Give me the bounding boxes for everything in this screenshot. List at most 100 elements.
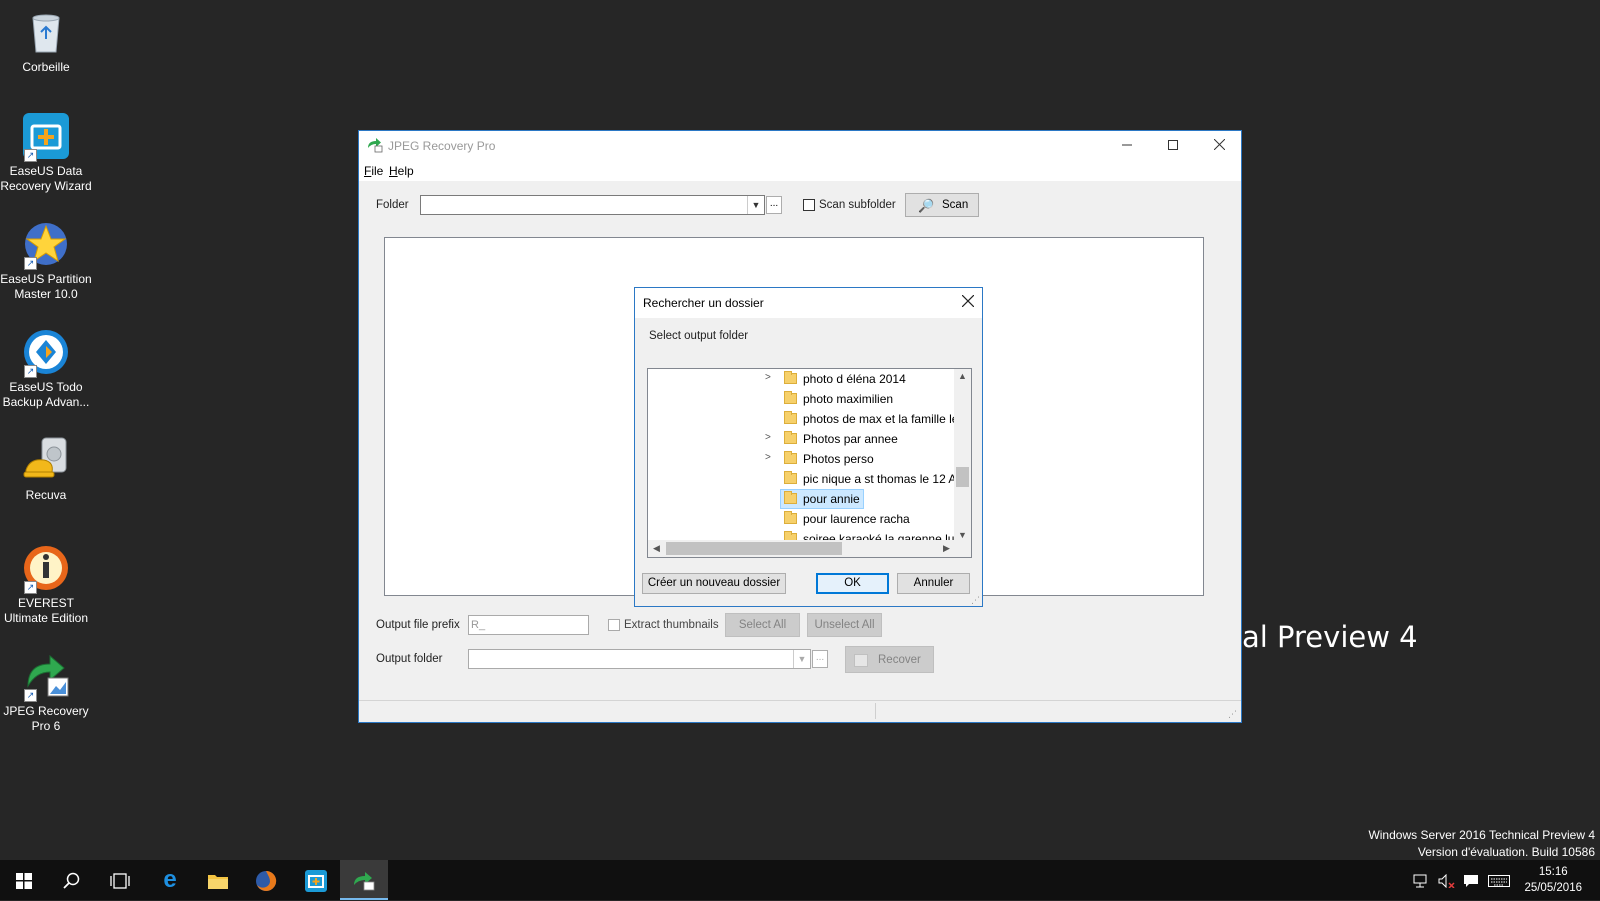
folder-icon [784, 371, 797, 384]
new-folder-button[interactable]: Créer un nouveau dossier [642, 573, 786, 594]
folder-icon [784, 511, 797, 524]
clock-date: 25/05/2016 [1524, 882, 1582, 894]
desktop-icon-easeus-partition-master[interactable]: ↗ EaseUS Partition Master 10.0 [0, 220, 92, 302]
scroll-right-icon[interactable]: ▶ [943, 543, 950, 554]
menu-help[interactable]: Help [389, 164, 414, 178]
output-folder-browse-button[interactable]: ... [812, 650, 828, 668]
desktop-icon-recycle-bin[interactable]: Corbeille [0, 8, 92, 75]
search-button[interactable] [48, 860, 96, 900]
recover-button[interactable]: Recover [845, 646, 934, 673]
tree-item[interactable]: > photo d éléna 2014 [648, 369, 958, 389]
minimize-icon [1122, 144, 1132, 146]
tree-item[interactable]: pic nique a st thomas le 12 A [648, 469, 958, 489]
tree-item-selected[interactable]: pour annie [648, 489, 958, 509]
horizontal-scroll-thumb[interactable] [666, 542, 842, 555]
shortcut-arrow-icon: ↗ [24, 365, 37, 378]
extract-thumbnails-label: Extract thumbnails [624, 619, 719, 631]
desktop-icon-jpeg-recovery-pro[interactable]: ↗ JPEG Recovery Pro 6 [0, 652, 92, 734]
tree-item[interactable]: pour laurence racha [648, 509, 958, 529]
ok-button[interactable]: OK [816, 573, 889, 594]
minimize-button[interactable] [1104, 131, 1150, 161]
desktop-icon-label: EaseUS Todo Backup Advan... [2, 380, 90, 409]
desktop-icon-label: Corbeille [22, 60, 70, 74]
vertical-scroll-thumb[interactable] [956, 467, 969, 487]
chevron-down-icon[interactable]: ▼ [793, 650, 810, 668]
recover-icon [854, 654, 868, 667]
dialog-close-button[interactable] [961, 291, 975, 312]
window-titlebar[interactable]: JPEG Recovery Pro [359, 131, 1241, 161]
tree-item[interactable]: photo maximilien [648, 389, 958, 409]
vertical-scrollbar[interactable]: ▲ ▼ [954, 369, 971, 541]
chevron-down-icon[interactable]: ▼ [747, 196, 764, 214]
taskbar-file-explorer[interactable] [194, 860, 242, 900]
chevron-right-icon[interactable]: > [765, 372, 771, 383]
scan-subfolder-label: Scan subfolder [819, 199, 896, 211]
recover-button-label: Recover [878, 654, 921, 666]
tree-item[interactable]: photos de max et la famille le [648, 409, 958, 429]
tree-item[interactable]: > Photos perso [648, 449, 958, 469]
desktop-icon-label: EaseUS Data Recovery Wizard [0, 164, 92, 193]
chevron-right-icon[interactable]: > [765, 452, 771, 463]
desktop-icon-easeus-data-recovery[interactable]: ↗ EaseUS Data Recovery Wizard [0, 112, 92, 194]
app-icon [367, 137, 383, 153]
desktop-icon-easeus-todo-backup[interactable]: ↗ EaseUS Todo Backup Advan... [0, 328, 92, 410]
output-prefix-input[interactable]: R_ [468, 615, 589, 635]
cancel-button[interactable]: Annuler [897, 573, 970, 594]
everest-icon: ↗ [22, 544, 70, 594]
unselect-all-button[interactable]: Unselect All [807, 613, 882, 637]
maximize-button[interactable] [1150, 131, 1196, 161]
select-all-button[interactable]: Select All [725, 613, 800, 637]
dialog-titlebar[interactable]: Rechercher un dossier [635, 288, 982, 318]
watermark-product-text: al Preview 4 [1242, 620, 1418, 654]
scan-button[interactable]: 🔎 Scan [905, 193, 979, 217]
easeus-data-recovery-icon: ↗ [22, 112, 70, 162]
keyboard-icon[interactable] [1488, 860, 1510, 900]
extract-thumbnails-checkbox[interactable] [608, 619, 620, 631]
horizontal-scrollbar[interactable]: ◀ ▶ [648, 540, 971, 557]
folder-tree[interactable]: > photo d éléna 2014 photo maximilien ph… [647, 368, 972, 558]
scroll-up-icon[interactable]: ▲ [958, 371, 967, 381]
system-clock[interactable]: 15:16 25/05/2016 [1524, 864, 1582, 896]
start-button[interactable] [0, 860, 48, 900]
firefox-icon [256, 871, 277, 892]
taskbar-firefox[interactable] [242, 860, 290, 900]
folder-combobox[interactable]: ▼ [420, 195, 765, 215]
watermark-line-2: Version d'évaluation. Build 10586 [1417, 845, 1595, 859]
output-folder-combobox[interactable]: ▼ [468, 649, 811, 669]
taskbar-edge[interactable]: e [146, 860, 194, 900]
taskbar: e 15:16 25/05/2016 [0, 860, 1600, 900]
menu-file[interactable]: File [364, 164, 383, 178]
close-button[interactable] [1196, 131, 1242, 161]
folder-icon [784, 391, 797, 404]
search-icon [63, 873, 80, 889]
edge-icon: e [163, 866, 177, 893]
desktop-icon-recuva[interactable]: Recuva [0, 436, 92, 503]
output-prefix-label: Output file prefix [376, 619, 460, 631]
dialog-resize-grip-icon[interactable]: ⋰ [971, 595, 980, 606]
clock-time: 15:16 [1538, 866, 1568, 878]
volume-muted-icon[interactable] [1438, 860, 1456, 900]
taskbar-jpeg-recovery-pro[interactable] [340, 860, 388, 900]
scan-subfolder-checkbox[interactable] [803, 199, 815, 211]
scroll-down-icon[interactable]: ▼ [958, 530, 967, 540]
shortcut-arrow-icon: ↗ [24, 149, 37, 162]
folder-icon [784, 491, 797, 504]
resize-grip-icon[interactable]: ⋰ [1228, 709, 1237, 720]
task-view-button[interactable] [96, 860, 144, 900]
tree-item-label: photos de max et la famille le [803, 412, 959, 426]
recuva-icon [22, 436, 70, 484]
desktop-icon-label: EaseUS Partition Master 10.0 [0, 272, 92, 301]
taskbar-easeus-data-recovery[interactable] [292, 860, 340, 900]
easeus-partition-master-icon: ↗ [22, 220, 70, 270]
action-center-icon[interactable] [1463, 860, 1479, 900]
dialog-title: Rechercher un dossier [643, 296, 764, 310]
scroll-left-icon[interactable]: ◀ [653, 543, 660, 554]
output-folder-label: Output folder [376, 653, 443, 665]
chevron-right-icon[interactable]: > [765, 432, 771, 443]
shortcut-arrow-icon: ↗ [24, 689, 37, 702]
network-icon[interactable] [1413, 860, 1429, 900]
desktop-icon-everest[interactable]: ↗ EVEREST Ultimate Edition [0, 544, 92, 626]
folder-browse-button[interactable]: ... [766, 196, 782, 214]
search-icon: 🔎 [918, 198, 935, 213]
tree-item[interactable]: > Photos par annee [648, 429, 958, 449]
